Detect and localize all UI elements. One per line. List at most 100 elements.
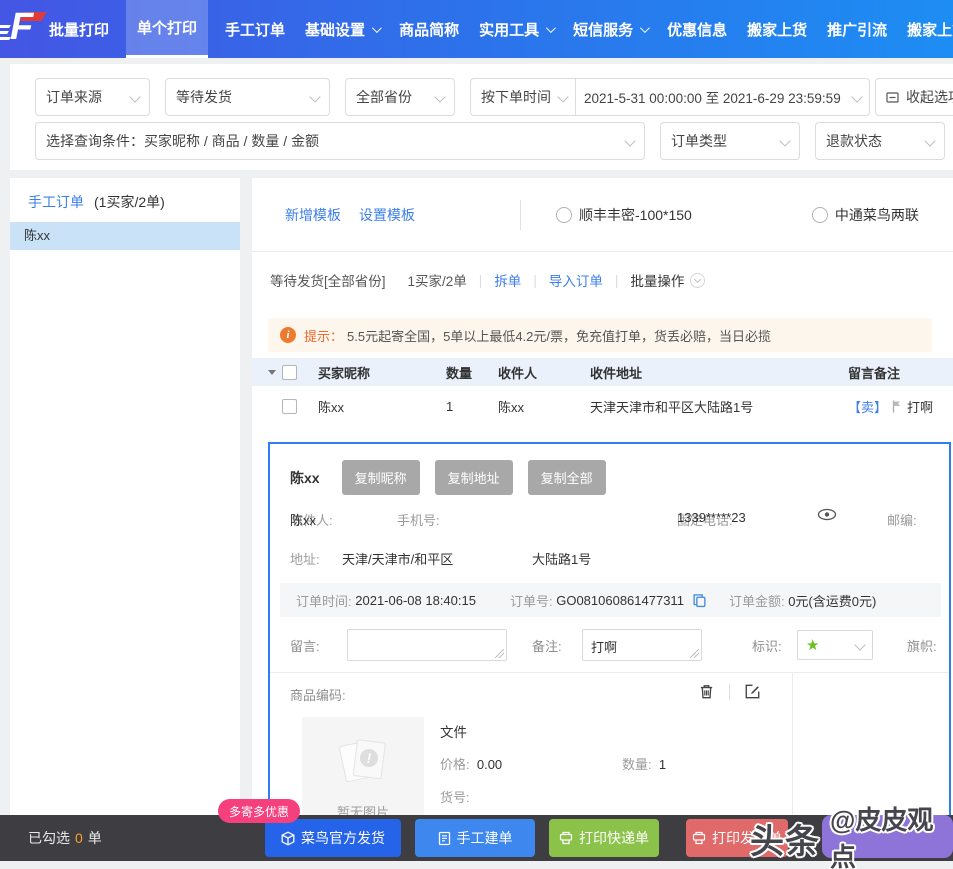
nav-item-single-print[interactable]: 单个打印 bbox=[126, 0, 208, 58]
product-name: 文件 bbox=[440, 721, 467, 741]
copy-nickname-button[interactable]: 复制昵称 bbox=[342, 460, 420, 495]
add-template-link[interactable]: 新增模板 bbox=[285, 205, 341, 225]
brand-logo[interactable]: F bbox=[0, 0, 46, 58]
order-number: GO081060861477311 bbox=[556, 593, 684, 608]
trash-icon bbox=[698, 683, 715, 700]
row-buyer: 陈xx bbox=[318, 397, 446, 416]
resize-handle[interactable] bbox=[690, 649, 699, 658]
chevron-down-icon bbox=[624, 135, 635, 146]
order-print-app: F 批量打印 单个打印 手工订单 基础设置 商品简称 实用工具 短信服务 优惠信… bbox=[0, 0, 953, 869]
main-panel: 新增模板 设置模板 顺丰丰密-100*150 中通菜鸟两联 等待发货[全部省份]… bbox=[252, 178, 953, 815]
row-receiver: 陈xx bbox=[498, 397, 590, 416]
template-radio-sf[interactable]: 顺丰丰密-100*150 bbox=[556, 205, 692, 225]
selected-count: 已勾选 0 单 bbox=[28, 815, 102, 861]
copy-icon bbox=[692, 593, 707, 608]
order-info-row: 订单时间: 2021-06-08 18:40:15 订单号: GO0810608… bbox=[280, 583, 941, 617]
template-radio-zto[interactable]: 中通菜鸟两联 bbox=[812, 205, 919, 225]
set-template-link[interactable]: 设置模板 bbox=[359, 205, 415, 225]
province-select[interactable]: 全部省份 bbox=[345, 78, 455, 116]
price-value: 0.00 bbox=[477, 757, 502, 772]
import-order-link[interactable]: 导入订单 bbox=[549, 270, 603, 290]
delete-product-button[interactable] bbox=[698, 683, 715, 700]
chevron-down-icon bbox=[851, 91, 862, 102]
order-amount: 0元(含运费0元) bbox=[788, 591, 876, 610]
nav-items: 批量打印 单个打印 手工订单 基础设置 商品简称 实用工具 短信服务 优惠信息 … bbox=[46, 0, 953, 58]
nav-item-basic-settings[interactable]: 基础设置 bbox=[302, 0, 382, 58]
refund-status-select[interactable]: 退款状态 bbox=[815, 122, 945, 160]
edit-icon bbox=[744, 683, 761, 700]
selected-count-number: 0 bbox=[75, 830, 83, 846]
card-header: 陈xx 复制昵称 复制地址 复制全部 bbox=[290, 460, 621, 495]
copy-all-button[interactable]: 复制全部 bbox=[528, 460, 606, 495]
eye-icon bbox=[817, 508, 837, 521]
chevron-down-icon bbox=[372, 23, 382, 33]
mark-select[interactable]: ★ bbox=[797, 630, 873, 660]
promo-notice: i 提示： 5.5元起寄全国，5单以上最低4.2元/票，免充值打单，货丢必赔，当… bbox=[268, 318, 932, 352]
qty-value: 1 bbox=[659, 757, 666, 772]
manual-order-link[interactable]: 手工订单 bbox=[28, 192, 84, 212]
resize-handle[interactable] bbox=[495, 649, 504, 658]
nav-item-batch-print[interactable]: 批量打印 bbox=[46, 0, 112, 58]
order-table: 买家昵称 数量 收件人 收件地址 留言备注 陈xx 1 陈xx 天津天津市和平区… bbox=[252, 358, 953, 426]
print-express-button[interactable]: 打印快递单 bbox=[549, 819, 659, 857]
expand-caret-icon[interactable] bbox=[268, 370, 276, 375]
nav-item-promotion[interactable]: 推广引流 bbox=[824, 0, 890, 58]
template-bar: 新增模板 设置模板 顺丰丰密-100*150 中通菜鸟两联 bbox=[252, 178, 953, 252]
collapse-options-button[interactable]: 收起选项 bbox=[875, 78, 953, 116]
nav-item-manual-order[interactable]: 手工订单 bbox=[222, 0, 288, 58]
copy-order-no-button[interactable] bbox=[692, 593, 707, 608]
row-checkbox[interactable] bbox=[282, 399, 297, 414]
order-detail-card: 陈xx 复制昵称 复制地址 复制全部 收件人:陈xx 手机号: 固定电话: 13… bbox=[268, 442, 951, 815]
row-address: 天津天津市和平区大陆路1号 bbox=[590, 397, 848, 416]
divider bbox=[520, 200, 521, 230]
nav-item-move-goods[interactable]: 搬家上货 bbox=[744, 0, 810, 58]
nav-item-product-abbr[interactable]: 商品简称 bbox=[396, 0, 462, 58]
manual-create-order-button[interactable]: 手工建单 bbox=[415, 819, 535, 857]
product-section: 商品编码: ! 暂 bbox=[270, 672, 949, 815]
printer-icon bbox=[559, 831, 573, 845]
document-icon bbox=[438, 831, 451, 846]
buyer-name: 陈xx bbox=[290, 468, 320, 488]
sidebar-header: 手工订单 (1买家/2单) bbox=[10, 178, 240, 222]
batch-ops-menu[interactable]: 批量操作 bbox=[630, 270, 705, 290]
show-phone-button[interactable] bbox=[817, 508, 837, 524]
nav-item-move-goods-2[interactable]: 搬家上货 bbox=[904, 0, 953, 58]
watermark-brand: 头条 bbox=[750, 814, 820, 863]
order-time: 2021-06-08 18:40:15 bbox=[355, 593, 476, 608]
count-text: 1买家/2单 bbox=[408, 270, 467, 290]
time-field-select[interactable]: 按下单时间 bbox=[471, 79, 576, 115]
nav-item-sms-service[interactable]: 短信服务 bbox=[570, 0, 650, 58]
order-type-select[interactable]: 订单类型 bbox=[660, 122, 800, 160]
info-icon: i bbox=[280, 327, 296, 343]
flag-icon bbox=[890, 399, 904, 413]
message-textarea[interactable] bbox=[347, 629, 507, 661]
chevron-down-icon bbox=[129, 91, 140, 102]
divider bbox=[792, 673, 793, 815]
chevron-down-icon bbox=[854, 639, 865, 650]
table-row[interactable]: 陈xx 1 陈xx 天津天津市和平区大陆路1号 【卖】 打啊 bbox=[252, 386, 953, 426]
radio-icon bbox=[556, 207, 572, 223]
mobile-label: 手机号: bbox=[397, 510, 440, 529]
cainiao-ship-button[interactable]: 菜鸟官方发货 bbox=[265, 819, 401, 857]
query-condition-select[interactable]: 选择查询条件：买家昵称 / 商品 / 数量 / 金额 bbox=[35, 122, 645, 160]
sidebar-buyer-item[interactable]: 陈xx bbox=[10, 222, 240, 250]
star-icon: ★ bbox=[806, 636, 819, 654]
select-all-checkbox[interactable] bbox=[282, 365, 297, 380]
filter-panel: 订单来源 等待发货 全部省份 按下单时间 2021-5-31 00:00:00 … bbox=[10, 64, 953, 170]
no-image-text: 暂无图片 bbox=[302, 802, 424, 815]
phone-value: 1339*****23 bbox=[677, 510, 746, 525]
list-toolbar: 等待发货[全部省份] 1买家/2单 | 拆单 | 导入订单 | 批量操作 bbox=[252, 265, 953, 295]
order-source-select[interactable]: 订单来源 bbox=[35, 78, 150, 116]
logo-f-icon: F bbox=[0, 12, 46, 46]
date-range-select[interactable]: 2021-5-31 00:00:00 至 2021-6-29 23:59:59 bbox=[576, 87, 869, 107]
ship-status-select[interactable]: 等待发货 bbox=[165, 78, 330, 116]
photo-stack-icon: ! bbox=[331, 731, 395, 795]
nav-item-promo-info[interactable]: 优惠信息 bbox=[664, 0, 730, 58]
region-value: 天津/天津市/和平区 bbox=[342, 549, 453, 568]
copy-address-button[interactable]: 复制地址 bbox=[435, 460, 513, 495]
note-textarea[interactable]: 打啊 bbox=[582, 629, 702, 661]
chevron-down-circle-icon bbox=[690, 273, 705, 288]
edit-product-button[interactable] bbox=[744, 683, 761, 700]
split-order-link[interactable]: 拆单 bbox=[494, 270, 521, 290]
nav-item-utilities[interactable]: 实用工具 bbox=[476, 0, 556, 58]
